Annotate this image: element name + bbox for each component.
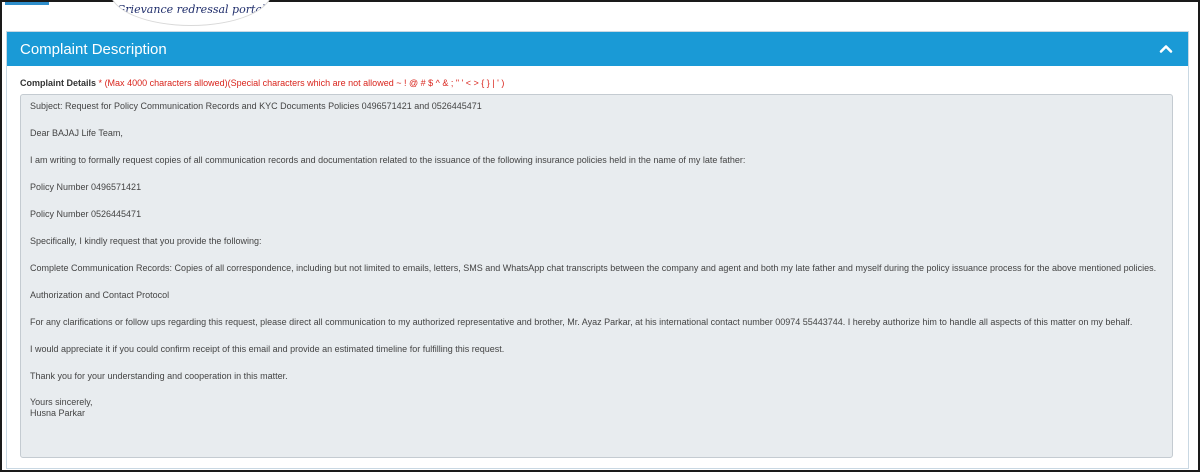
panel-heading[interactable]: Complaint Description <box>7 32 1188 66</box>
complaint-line: Husna Parkar <box>30 408 86 418</box>
complaint-line: Policy Number 0526445471 <box>30 209 142 219</box>
complaint-description-panel: Complaint Description Complaint Details … <box>6 31 1189 469</box>
complaint-line: Policy Number 0496571421 <box>30 182 142 192</box>
complaint-line: Subject: Request for Policy Communicatio… <box>30 101 482 111</box>
logo-tagline: Grievance redressal portal <box>116 3 266 16</box>
complaint-line: Complete Communication Records: Copies o… <box>30 263 1157 273</box>
complaint-line: I am writing to formally request copies … <box>30 155 746 165</box>
portal-logo: Grievance redressal portal <box>110 0 272 26</box>
complaint-details-textarea[interactable]: Subject: Request for Policy Communicatio… <box>20 94 1173 458</box>
complaint-line: Specifically, I kindly request that you … <box>30 236 262 246</box>
complaint-line: Yours sincerely, <box>30 397 93 407</box>
complaint-line: Authorization and Contact Protocol <box>30 290 170 300</box>
panel-title: Complaint Description <box>20 41 167 58</box>
chevron-up-icon[interactable] <box>1156 39 1176 59</box>
header-accent-bar <box>5 2 49 5</box>
complaint-line: For any clarifications or follow ups reg… <box>30 317 1133 327</box>
top-header-strip: Grievance redressal portal <box>2 0 1198 26</box>
window-frame: Grievance redressal portal Complaint Des… <box>0 0 1200 472</box>
complaint-line: I would appreciate it if you could confi… <box>30 344 505 354</box>
required-marker: * <box>98 78 103 88</box>
complaint-details-label: Complaint Details * (Max 4000 characters… <box>20 78 504 88</box>
field-label-text: Complaint Details <box>20 78 97 88</box>
field-hint: (Max 4000 characters allowed)(Special ch… <box>104 78 505 88</box>
complaint-line: Thank you for your understanding and coo… <box>30 371 288 381</box>
complaint-line: Dear BAJAJ Life Team, <box>30 128 123 138</box>
